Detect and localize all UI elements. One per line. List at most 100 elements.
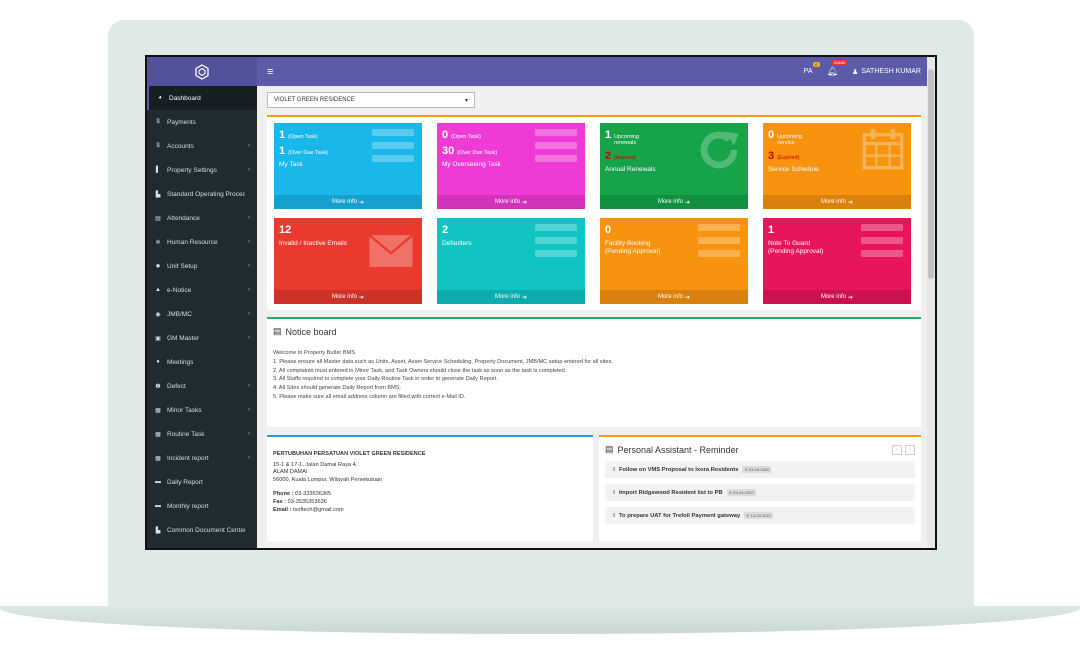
reminder-text: To prepare UAT for Trefoil Payment gatew…: [618, 512, 741, 519]
topbar: ≡ PA 0 🔔︎ 31486 ♟ SATHESH KUMAR: [147, 57, 935, 86]
app-screen: ≡ PA 0 🔔︎ 31486 ♟ SATHESH KUMAR ◕ Dashboa…: [145, 55, 937, 550]
chevron-left-icon: ‹: [248, 215, 250, 221]
prev-button[interactable]: ‹: [892, 444, 902, 455]
sidebar-item-human-resource[interactable]: ✲ Human Resource ‹: [147, 230, 257, 254]
sidebar-item-standard-operating-procedure[interactable]: ▙ Standard Operating Procedure: [147, 182, 257, 206]
sidebar-item-attendance[interactable]: ▤ Attendance ‹: [147, 206, 257, 230]
sidebar-item-payments[interactable]: $ Payments: [147, 110, 257, 134]
arrow-circle-icon: ➔: [684, 294, 691, 301]
tile-service-schedule: 0 Upcoming service 3 (Expired) Service Sch…: [763, 123, 911, 209]
sidebar-icon: ▬: [155, 479, 161, 485]
pa-button[interactable]: PA 0: [804, 62, 820, 75]
email-value[interactable]: tsoftech@gmail.com: [293, 507, 344, 513]
sidebar-icon: $: [156, 119, 160, 125]
sidebar-item-e-notice[interactable]: ▲ e-Notice ‹: [147, 278, 257, 302]
sidebar-item-property-settings[interactable]: ▌ Property Settings ‹: [147, 158, 257, 182]
scrollbar-thumb[interactable]: [928, 69, 934, 279]
notice-line: 3. All Staffs required to complete your …: [273, 376, 498, 383]
list-icon: [535, 224, 577, 270]
sidebar-icon: ▬: [155, 503, 161, 509]
site-select[interactable]: VIOLET GREEN RESIDENCE ▾: [267, 92, 475, 108]
upcoming-service-count: 0: [768, 129, 775, 141]
sidebar-item-label: Minor Tasks: [167, 406, 202, 414]
envelope-icon: [368, 234, 414, 267]
reminder-text: Follow on VMS Proposal to Ixora Resident…: [618, 466, 739, 473]
laptop-mockup: ≡ PA 0 🔔︎ 31486 ♟ SATHESH KUMAR ◕ Dashboa…: [0, 0, 1080, 650]
menu-toggle-icon[interactable]: ≡: [267, 66, 273, 78]
tile-my-overseeing-task: 0 (Open Task) 30 (Over Due Task) My Overse…: [437, 123, 585, 209]
more-info-link[interactable]: More info ➔: [600, 290, 748, 304]
more-info-link[interactable]: More info ➔: [600, 195, 748, 209]
sidebar-item-routine-task[interactable]: ▦ Routine Task ‹: [147, 422, 257, 446]
sidebar-item-label: e-Notice: [167, 286, 192, 294]
more-info-link[interactable]: More info ➔: [437, 290, 585, 304]
notification-button[interactable]: 🔔︎ 31486: [827, 60, 847, 77]
sidebar-item-meetings[interactable]: ● Meetings: [147, 350, 257, 374]
fax-row: Fax : 03-3535353636: [273, 499, 587, 507]
sidebar-icon: ✲: [155, 239, 161, 246]
user-icon: ♟: [851, 68, 859, 76]
overdue-task-label: (Over Due Task): [457, 150, 498, 156]
app-logo[interactable]: [147, 57, 257, 86]
arrow-circle-icon: ➔: [521, 199, 528, 206]
sidebar-item-daily-report[interactable]: ▬ Daily Report: [147, 470, 257, 494]
sidebar-icon: ▌: [155, 167, 161, 173]
reminder-item[interactable]: ⁞ Import Ridgewood Resident list to PB ⊙…: [605, 484, 915, 501]
organization-name: PERTUBUHAN PERSATUAN VIOLET GREEN RESIDE…: [273, 451, 426, 457]
sidebar-icon: ●: [156, 359, 160, 365]
phone-label: Phone :: [273, 491, 294, 498]
expired-label: (Expired): [777, 155, 800, 161]
more-info-link[interactable]: More info ➔: [437, 195, 585, 209]
sidebar-item-common-document-center[interactable]: ▙ Common Document Center: [147, 518, 257, 542]
sidebar-item-label: Defect: [167, 382, 186, 390]
logo-icon: [195, 63, 209, 80]
open-task-label: (Open Task): [288, 134, 318, 140]
overdue-task-count: 1: [279, 145, 286, 157]
sidebar-item-jmb-mc[interactable]: ◉ JMB/MC ‹: [147, 302, 257, 326]
sidebar-item-gm-master[interactable]: ▣ GM Master ‹: [147, 326, 257, 350]
more-info-link[interactable]: More info ➔: [763, 290, 911, 304]
more-info-label: More info: [331, 294, 357, 300]
chevron-left-icon: ‹: [248, 431, 250, 437]
user-menu[interactable]: ♟ SATHESH KUMAR: [852, 68, 921, 76]
tile-facility-booking: 0 Facility Booking (Pending Approval) Mo…: [600, 218, 748, 304]
notice-line: 4. All Sites should generate Daily Repor…: [273, 385, 402, 392]
sidebar-item-defect[interactable]: ❶ Defect ‹: [147, 374, 257, 398]
expired-count: 2: [605, 150, 612, 162]
chevron-left-icon: ‹: [248, 287, 250, 293]
personal-assistant-panel: ▤ Personal Assistant - Reminder ‹ › ⁞ Fo…: [599, 435, 921, 541]
chevron-left-icon: ‹: [248, 383, 250, 389]
upcoming-service-label: Upcoming service: [777, 134, 802, 146]
sidebar-icon: ▲: [155, 287, 161, 293]
more-info-label: More info: [331, 199, 357, 205]
more-info-link[interactable]: More info ➔: [274, 290, 422, 304]
sidebar-item-minor-tasks[interactable]: ▦ Minor Tasks ‹: [147, 398, 257, 422]
vertical-scrollbar[interactable]: [927, 57, 935, 548]
tile-note-to-guard: 1 Note To Guard (Pending Approval) More …: [763, 218, 911, 304]
next-button[interactable]: ›: [905, 444, 915, 455]
notice-line: 5. Please make sure all email address co…: [273, 393, 466, 400]
email-row: Email : tsoftech@gmail.com: [273, 507, 587, 515]
sidebar-item-label: Dashboard: [169, 94, 201, 102]
reminder-item[interactable]: ⁞ To prepare UAT for Trefoil Payment gat…: [605, 507, 915, 524]
more-info-link[interactable]: More info ➔: [763, 195, 911, 209]
sidebar-item-unit-setup[interactable]: ✹ Unit Setup ‹: [147, 254, 257, 278]
open-task-count: 0: [442, 129, 449, 141]
upcoming-renewals-label: Upcoming renewals: [614, 134, 639, 146]
more-info-label: More info: [494, 199, 520, 205]
reminder-item[interactable]: ⁞ Follow on VMS Proposal to Ixora Reside…: [605, 461, 915, 478]
main-content: VIOLET GREEN RESIDENCE ▾ 1 (Open Task) 1(…: [257, 86, 931, 548]
chevron-left-icon: ‹: [248, 311, 250, 317]
upcoming-renewals-count: 1: [605, 129, 612, 141]
more-info-link[interactable]: More info ➔: [274, 195, 422, 209]
sidebar-item-incident-report[interactable]: ▦ Incident report ‹: [147, 446, 257, 470]
more-info-label: More info: [657, 294, 683, 300]
sidebar-item-label: Incident report: [167, 454, 209, 462]
sidebar-item-monthly-report[interactable]: ▬ Monthly report: [147, 494, 257, 518]
sidebar-item-accounts[interactable]: $ Accounts ‹: [147, 134, 257, 158]
chevron-left-icon: ‹: [248, 263, 250, 269]
sidebar-item-label: Standard Operating Procedure: [167, 190, 245, 198]
invalid-emails-count: 12: [279, 224, 292, 236]
sidebar-item-dashboard[interactable]: ◕ Dashboard: [147, 86, 257, 110]
address-panel: PERTUBUHAN PERSATUAN VIOLET GREEN RESIDE…: [267, 435, 593, 541]
